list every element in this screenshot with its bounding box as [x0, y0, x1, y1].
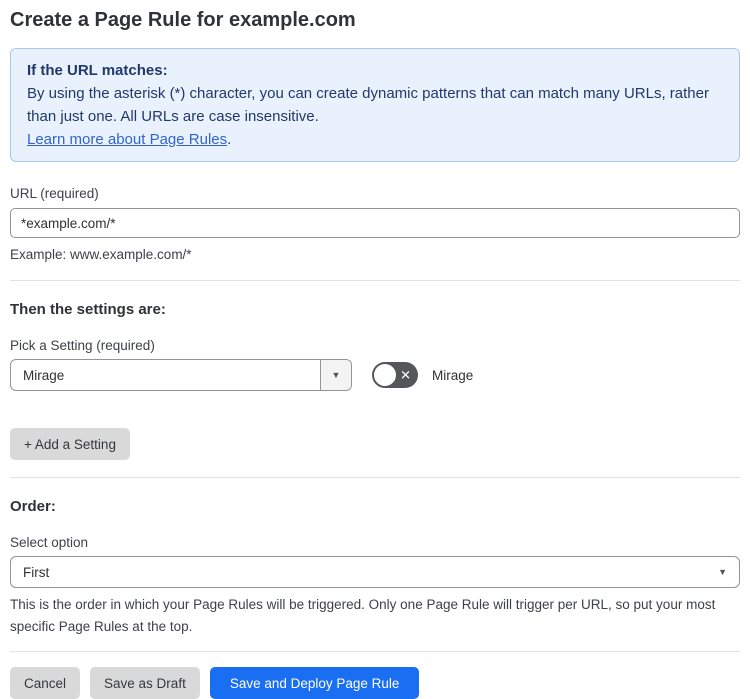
link-suffix: . — [227, 131, 232, 148]
save-and-deploy-button[interactable]: Save and Deploy Page Rule — [209, 667, 420, 699]
add-setting-button[interactable]: + Add a Setting — [10, 428, 130, 460]
save-as-draft-button[interactable]: Save as Draft — [90, 667, 200, 699]
toggle-knob — [374, 364, 396, 386]
chevron-down-icon: ▼ — [331, 370, 341, 380]
mirage-toggle[interactable]: ✕ — [372, 362, 418, 388]
setting-row: Mirage ▼ ✕ Mirage — [10, 359, 740, 391]
setting-picker-label: Pick a Setting (required) — [10, 338, 155, 353]
order-select-label: Select option — [10, 535, 89, 550]
url-field-helper: Example: www.example.com/* — [10, 247, 192, 262]
footer-actions: Cancel Save as Draft Save and Deploy Pag… — [10, 667, 740, 699]
url-input[interactable] — [10, 208, 740, 238]
url-field-label: URL (required) — [10, 186, 99, 201]
page-title: Create a Page Rule for example.com — [10, 9, 356, 31]
setting-dropdown-value: Mirage — [23, 367, 65, 383]
divider — [10, 651, 740, 652]
settings-section-heading: Then the settings are: — [10, 301, 166, 318]
setting-dropdown[interactable]: Mirage ▼ — [10, 359, 352, 391]
toggle-off-x-icon: ✕ — [400, 367, 411, 383]
setting-dropdown-arrow-button[interactable]: ▼ — [320, 360, 351, 390]
cancel-button[interactable]: Cancel — [10, 667, 81, 699]
order-helper-text: This is the order in which your Page Rul… — [10, 597, 716, 634]
info-box-link-line: Learn more about Page Rules. — [27, 128, 723, 151]
caret-down-icon: ▼ — [718, 567, 727, 577]
divider — [10, 477, 740, 478]
learn-more-link[interactable]: Learn more about Page Rules — [27, 131, 227, 148]
url-match-info-box: If the URL matches: By using the asteris… — [10, 48, 740, 162]
toggle-label: Mirage — [432, 367, 474, 383]
order-section-heading: Order: — [10, 498, 56, 515]
divider — [10, 280, 740, 281]
order-select-value: First — [23, 564, 50, 580]
order-select[interactable]: First ▼ — [10, 556, 740, 588]
info-box-heading: If the URL matches: — [27, 62, 168, 79]
info-box-body: By using the asterisk (*) character, you… — [27, 85, 709, 125]
